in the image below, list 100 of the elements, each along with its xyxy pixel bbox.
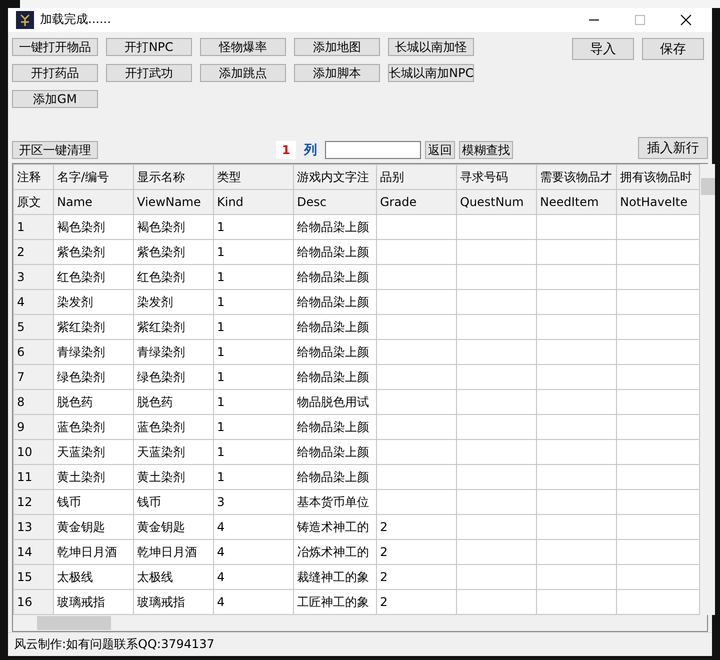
row-number: 9: [14, 414, 54, 440]
column-header[interactable]: Desc: [294, 190, 376, 214]
table-cell: 给物品染上颜: [294, 364, 376, 390]
table-cell: 1: [214, 314, 294, 340]
column-header[interactable]: 拥有该物品时: [616, 164, 700, 190]
column-header[interactable]: 品别: [376, 164, 456, 190]
table-cell: 物品脱色用试: [294, 390, 376, 414]
toolbar-button[interactable]: 导入: [572, 38, 634, 60]
table-cell: 钱币: [54, 490, 134, 514]
column-header[interactable]: QuestNum: [456, 190, 536, 214]
toolbar-button[interactable]: 开打NPC: [106, 38, 192, 56]
table-cell: 铸造术神工的: [294, 514, 376, 540]
table-cell: 黄金钥匙: [134, 514, 214, 540]
row-number: 3: [14, 264, 54, 290]
table-cell: 1: [214, 340, 294, 364]
table-cell: 脱色药: [54, 390, 134, 414]
search-field[interactable]: [325, 141, 421, 159]
table-cell: 1: [214, 464, 294, 490]
table-cell: 紫色染剂: [54, 240, 134, 264]
clear-button[interactable]: 开区一键清理: [12, 141, 98, 159]
table-cell: 染发剂: [54, 290, 134, 314]
toolbar-button[interactable]: 长城以南加怪: [388, 38, 474, 56]
column-header[interactable]: NeedItem: [536, 190, 616, 214]
window-title: 加载完成......: [40, 11, 111, 28]
table-cell: 乾坤日月酒: [134, 540, 214, 564]
column-header[interactable]: Name: [54, 190, 134, 214]
table-cell: 青绿染剂: [54, 340, 134, 364]
table-cell: 青绿染剂: [134, 340, 214, 364]
table-cell: 给物品染上颜: [294, 264, 376, 290]
table-cell: 紫红染剂: [134, 314, 214, 340]
table-cell: 乾坤日月酒: [54, 540, 134, 564]
table-cell: 1: [214, 364, 294, 390]
column-header[interactable]: ViewName: [134, 190, 214, 214]
vertical-scrollbar[interactable]: [700, 164, 715, 615]
toolbar-button[interactable]: 一键打开物品: [12, 38, 98, 56]
table-cell: 1: [214, 390, 294, 414]
table-cell: 1: [214, 240, 294, 264]
table-cell: 给物品染上颜: [294, 414, 376, 440]
column-header[interactable]: 名字/编号: [54, 164, 134, 190]
table-cell: 给物品染上颜: [294, 440, 376, 464]
table-cell: 蓝色染剂: [134, 414, 214, 440]
column-header[interactable]: 注释: [14, 164, 54, 190]
column-header[interactable]: Kind: [214, 190, 294, 214]
table-cell: 太极线: [134, 564, 214, 590]
row-number: 4: [14, 290, 54, 314]
table-cell: 天蓝染剂: [134, 440, 214, 464]
table-cell: 4: [214, 564, 294, 590]
table-cell: 脱色药: [134, 390, 214, 414]
column-header[interactable]: 显示名称: [134, 164, 214, 190]
insert-row-button[interactable]: 插入新行: [638, 137, 708, 159]
table-cell: 2: [376, 540, 456, 564]
row-number: 13: [14, 514, 54, 540]
table-cell: 1: [214, 264, 294, 290]
column-number-field[interactable]: 1: [276, 141, 296, 159]
toolbar-button[interactable]: 添加跳点: [200, 64, 286, 82]
table-cell: 2: [376, 564, 456, 590]
row-number: 8: [14, 390, 54, 414]
table-cell: 红色染剂: [54, 264, 134, 290]
horizontal-scrollbar[interactable]: [13, 615, 707, 631]
row-number: 10: [14, 440, 54, 464]
table-cell: 1: [214, 214, 294, 240]
close-icon[interactable]: [680, 14, 692, 26]
return-button[interactable]: 返回: [425, 141, 455, 159]
row-number: 16: [14, 590, 54, 614]
column-header[interactable]: NotHaveIte: [616, 190, 700, 214]
column-header[interactable]: 需要该物品才: [536, 164, 616, 190]
table-cell: 1: [214, 290, 294, 314]
row-number: 2: [14, 240, 54, 264]
toolbar-button[interactable]: 添加地图: [294, 38, 380, 56]
table-cell: 绿色染剂: [134, 364, 214, 390]
table-cell: 给物品染上颜: [294, 214, 376, 240]
toolbar-button[interactable]: 添加脚本: [294, 64, 380, 82]
toolbar-button[interactable]: 怪物爆率: [200, 38, 286, 56]
table-cell: 给物品染上颜: [294, 290, 376, 314]
column-header[interactable]: 原文: [14, 190, 54, 214]
table-cell: 太极线: [54, 564, 134, 590]
toolbar-button[interactable]: 开打武功: [106, 64, 192, 82]
table-cell: 给物品染上颜: [294, 314, 376, 340]
table-cell: 4: [214, 540, 294, 564]
toolbar-button[interactable]: 添加GM: [12, 90, 98, 108]
column-header[interactable]: Grade: [376, 190, 456, 214]
column-header[interactable]: 类型: [214, 164, 294, 190]
column-header[interactable]: 游戏内文字注: [294, 164, 376, 190]
toolbar-button[interactable]: 开打药品: [12, 64, 98, 82]
table-cell: 蓝色染剂: [54, 414, 134, 440]
table-cell: 紫红染剂: [54, 314, 134, 340]
table-cell: 黄土染剂: [54, 464, 134, 490]
toolbar-button[interactable]: 长城以南加NPC: [388, 64, 474, 82]
toolbar-button[interactable]: 保存: [642, 38, 704, 60]
row-number: 6: [14, 340, 54, 364]
row-number: 15: [14, 564, 54, 590]
row-number: 1: [14, 214, 54, 240]
row-number: 5: [14, 314, 54, 340]
table-cell: 染发剂: [134, 290, 214, 314]
table-cell: 1: [214, 440, 294, 464]
table-cell: 裁缝神工的象: [294, 564, 376, 590]
fuzzy-search-button[interactable]: 模糊查找: [459, 141, 513, 159]
column-header[interactable]: 寻求号码: [456, 164, 536, 190]
table-cell: 褐色染剂: [54, 214, 134, 240]
row-number: 11: [14, 464, 54, 490]
